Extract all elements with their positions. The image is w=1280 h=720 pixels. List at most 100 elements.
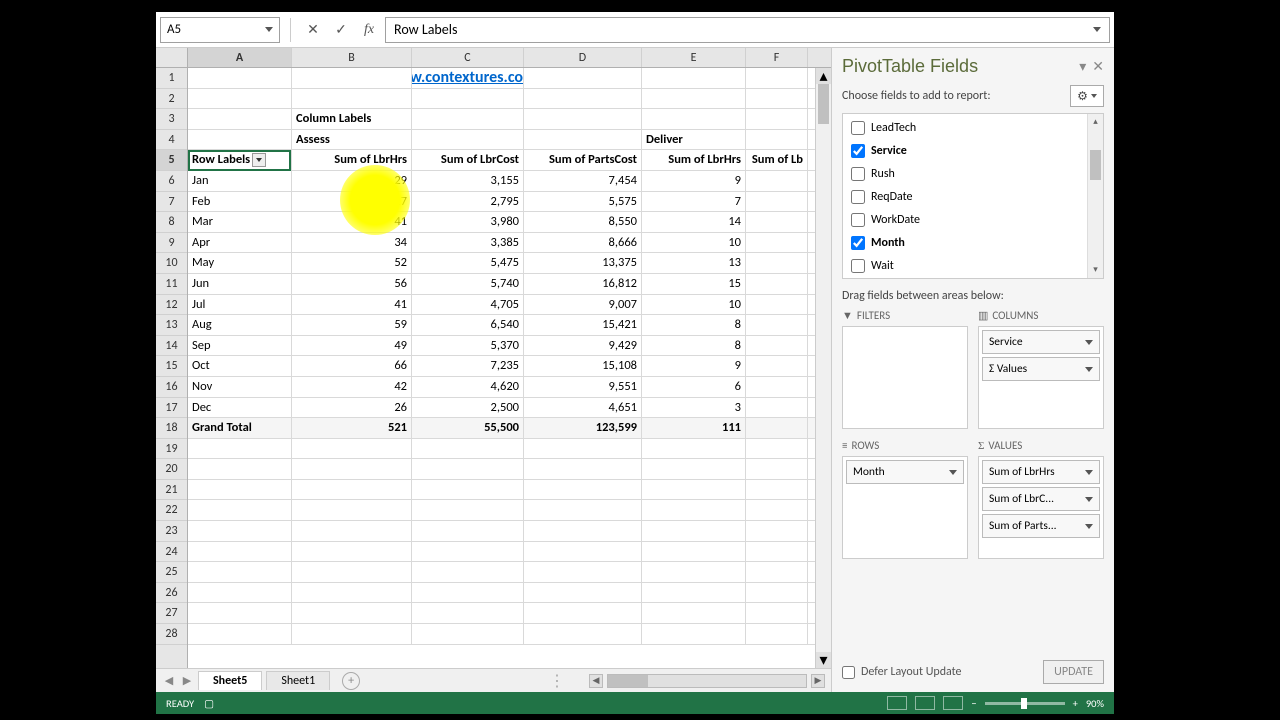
field-checkbox[interactable] <box>851 167 865 181</box>
cell[interactable] <box>746 274 808 294</box>
row-header[interactable]: 2 <box>156 89 187 110</box>
tab-next-icon[interactable]: ▶ <box>180 674 194 688</box>
defer-checkbox[interactable]: Defer Layout Update <box>842 665 962 679</box>
cell[interactable]: 59 <box>292 315 412 335</box>
cell[interactable] <box>746 459 808 479</box>
cell[interactable] <box>746 521 808 541</box>
field-checkbox[interactable] <box>851 190 865 204</box>
rows-dropzone[interactable]: Month <box>842 456 968 559</box>
row-header[interactable]: 25 <box>156 562 187 583</box>
cell[interactable] <box>292 521 412 541</box>
scroll-up-icon[interactable]: ▴ <box>1088 114 1103 130</box>
cell[interactable]: Deliver <box>642 130 746 150</box>
field-item[interactable]: ReqDate <box>847 185 1099 208</box>
cell[interactable] <box>746 89 808 109</box>
cell[interactable] <box>524 68 642 88</box>
cell[interactable] <box>292 624 412 644</box>
formula-input[interactable]: Row Labels <box>385 17 1110 43</box>
cell[interactable]: 9,551 <box>524 377 642 397</box>
row-header[interactable]: 21 <box>156 480 187 501</box>
area-item[interactable]: Service <box>982 330 1100 354</box>
cell[interactable] <box>524 542 642 562</box>
cell[interactable] <box>188 603 292 623</box>
row-header[interactable]: 13 <box>156 315 187 336</box>
add-sheet-button[interactable]: + <box>342 672 360 690</box>
cell[interactable] <box>524 583 642 603</box>
cell[interactable]: 13 <box>642 253 746 273</box>
cell[interactable] <box>524 562 642 582</box>
cell[interactable]: 3,155 <box>412 171 524 191</box>
row-header[interactable]: 17 <box>156 398 187 419</box>
scroll-right-icon[interactable]: ▶ <box>811 674 825 688</box>
cell[interactable] <box>642 542 746 562</box>
cell[interactable]: 3,980 <box>412 212 524 232</box>
zoom-out-icon[interactable]: − <box>971 697 976 710</box>
cell[interactable] <box>642 583 746 603</box>
cell[interactable] <box>188 480 292 500</box>
row-header[interactable]: 18 <box>156 418 187 439</box>
field-checkbox[interactable] <box>851 236 865 250</box>
fx-icon[interactable]: fx <box>357 18 381 42</box>
macro-record-icon[interactable]: ▢ <box>204 697 214 710</box>
row-header[interactable]: 6 <box>156 171 187 192</box>
pane-menu-icon[interactable]: ▾ <box>1079 58 1086 75</box>
cell[interactable]: 6,540 <box>412 315 524 335</box>
cell[interactable]: 14 <box>642 212 746 232</box>
field-list-scrollbar[interactable]: ▴ ▾ <box>1087 114 1103 278</box>
accept-icon[interactable]: ✓ <box>329 18 353 42</box>
row-header[interactable]: 24 <box>156 542 187 563</box>
zoom-slider[interactable] <box>985 702 1065 705</box>
row-header[interactable]: 20 <box>156 459 187 480</box>
cell[interactable] <box>746 480 808 500</box>
cell[interactable]: Sep <box>188 336 292 356</box>
tools-button[interactable]: ⚙ <box>1070 85 1104 107</box>
view-break-icon[interactable] <box>943 696 963 710</box>
cell[interactable]: 41 <box>292 295 412 315</box>
cell[interactable]: 2,795 <box>412 192 524 212</box>
cell[interactable] <box>524 480 642 500</box>
cell[interactable] <box>292 603 412 623</box>
sheet-tab[interactable]: Sheet1 <box>266 671 330 690</box>
cell[interactable] <box>746 439 808 459</box>
cell[interactable] <box>292 500 412 520</box>
row-header[interactable]: 4 <box>156 130 187 151</box>
zoom-in-icon[interactable]: + <box>1073 697 1078 710</box>
cell[interactable]: Sum of LbrHrs <box>642 150 746 170</box>
cell[interactable]: Assess <box>292 130 412 150</box>
column-header[interactable]: F <box>746 48 808 67</box>
cell[interactable] <box>746 212 808 232</box>
row-header[interactable]: 5 <box>156 150 187 171</box>
cell[interactable] <box>642 521 746 541</box>
cell[interactable]: 9 <box>642 356 746 376</box>
cell[interactable]: Row Labels <box>188 150 292 170</box>
cell[interactable] <box>188 624 292 644</box>
cell[interactable]: Grand Total <box>188 418 292 438</box>
cell[interactable] <box>412 459 524 479</box>
hscroll-thumb[interactable] <box>608 675 648 687</box>
field-checkbox[interactable] <box>851 121 865 135</box>
cell[interactable] <box>188 130 292 150</box>
cell[interactable] <box>292 583 412 603</box>
cell[interactable] <box>642 624 746 644</box>
cell[interactable]: Aug <box>188 315 292 335</box>
cell[interactable]: Sum of LbrCost <box>412 150 524 170</box>
cell[interactable]: 9 <box>642 171 746 191</box>
area-item[interactable]: Sum of LbrHrs <box>982 460 1100 484</box>
cell[interactable]: 15,108 <box>524 356 642 376</box>
cell[interactable]: Sum of Lb <box>746 150 808 170</box>
cell[interactable] <box>642 500 746 520</box>
cell[interactable] <box>412 583 524 603</box>
cell[interactable]: 3 <box>642 398 746 418</box>
row-header[interactable]: 27 <box>156 603 187 624</box>
cell[interactable] <box>746 542 808 562</box>
cell[interactable]: 52 <box>292 253 412 273</box>
cell[interactable] <box>524 521 642 541</box>
cell[interactable] <box>292 89 412 109</box>
grid[interactable]: ABCDEF www.contextures.comColumn LabelsA… <box>188 48 831 668</box>
cell[interactable]: 8 <box>642 336 746 356</box>
cell[interactable] <box>746 315 808 335</box>
cell[interactable] <box>524 130 642 150</box>
cell[interactable]: www.contextures.com <box>412 68 524 88</box>
cell[interactable]: Jun <box>188 274 292 294</box>
cell[interactable]: Sum of LbrHrs <box>292 150 412 170</box>
